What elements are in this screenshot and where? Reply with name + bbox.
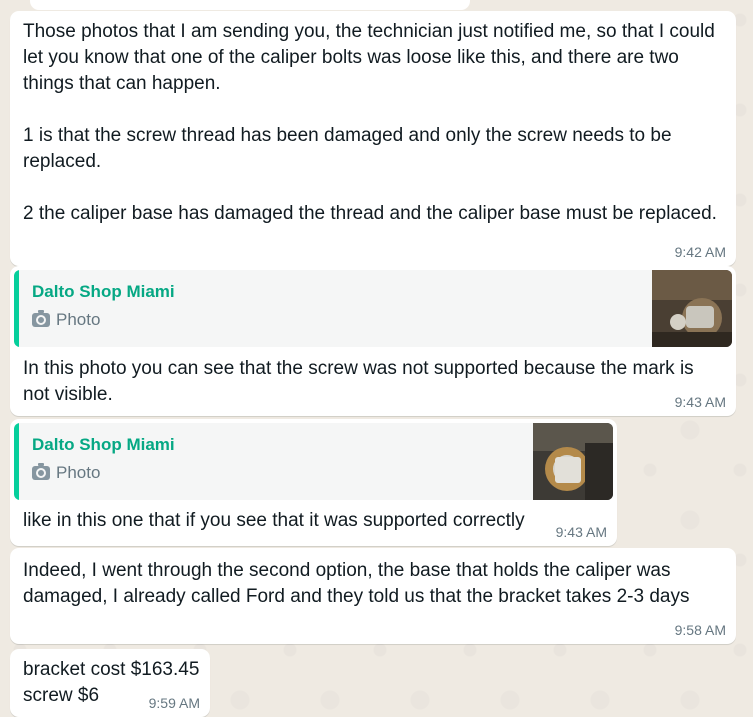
message-time: 9:59 AM (148, 695, 200, 711)
quote-sender-name: Dalto Shop Miami (32, 282, 175, 301)
quoted-photo-message[interactable]: Dalto Shop Miami Photo (14, 270, 732, 347)
message-text: like in this one that if you see that it… (23, 510, 525, 531)
message-bubble[interactable]: Indeed, I went through the second option… (10, 548, 736, 644)
quoted-photo-message[interactable]: Dalto Shop Miami Photo (14, 423, 613, 500)
message-bubble[interactable]: Those photos that I am sending you, the … (10, 11, 736, 266)
quote-media-type: Photo (32, 463, 100, 483)
camera-icon (32, 310, 50, 327)
quote-sender-name: Dalto Shop Miami (32, 435, 175, 454)
camera-icon (32, 463, 50, 480)
quote-media-label: Photo (56, 310, 101, 329)
quote-accent-bar (14, 270, 19, 347)
message-time: 9:58 AM (674, 622, 726, 638)
message-time: 9:43 AM (674, 394, 726, 410)
message-time: 9:42 AM (674, 244, 726, 260)
message-bubble[interactable]: Dalto Shop Miami Photo In this photo you… (10, 266, 736, 416)
message-bubble[interactable]: bracket cost $163.45 screw $6 9:59 AM (10, 649, 210, 717)
photo-thumbnail[interactable] (652, 270, 732, 347)
message-text: Indeed, I went through the second option… (23, 560, 690, 607)
quote-media-type: Photo (32, 310, 100, 330)
message-text: Those photos that I am sending you, the … (23, 21, 717, 224)
photo-thumbnail[interactable] (533, 423, 613, 500)
message-bubble[interactable]: Dalto Shop Miami Photo like in this one … (10, 419, 617, 546)
message-text: In this photo you can see that the screw… (23, 358, 699, 405)
message-time: 9:43 AM (555, 524, 607, 540)
previous-message-edge (30, 0, 470, 10)
quote-accent-bar (14, 423, 19, 500)
quote-media-label: Photo (56, 463, 101, 482)
